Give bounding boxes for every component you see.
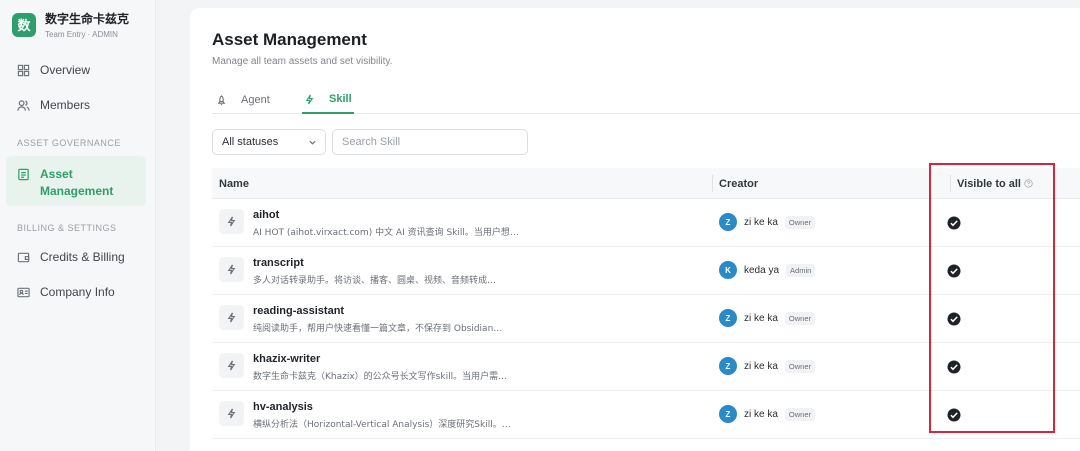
avatar: Z xyxy=(719,357,737,375)
skill-description: AI HOT (aihot.virxact.com) 中文 AI 资讯查询 Sk… xyxy=(253,228,519,238)
creator-cell: Z zi ke ka Owner xyxy=(719,405,815,423)
creator-cell: Z zi ke ka Owner xyxy=(719,309,815,327)
page-description: Manage all team assets and set visibilit… xyxy=(212,56,393,67)
creator-name: zi ke ka xyxy=(744,312,778,324)
creator-cell: K keda ya Admin xyxy=(719,261,816,279)
creator-name: keda ya xyxy=(744,264,780,276)
rocket-icon xyxy=(217,94,226,105)
role-badge: Owner xyxy=(784,407,815,421)
grid-icon xyxy=(17,64,30,76)
users-icon xyxy=(17,99,30,111)
avatar: Z xyxy=(719,213,737,231)
role-badge: Admin xyxy=(786,263,816,277)
lightning-icon xyxy=(305,94,314,104)
skill-icon-wrap xyxy=(219,209,244,234)
table-row[interactable]: aihot AI HOT (aihot.virxact.com) 中文 AI 资… xyxy=(212,199,1080,247)
id-card-icon xyxy=(17,287,30,297)
sidebar-item-overview[interactable]: Overview xyxy=(6,62,146,78)
skill-description: 横纵分析法（Horizontal-Vertical Analysis）深度研究S… xyxy=(253,420,511,430)
status-filter-value: All statuses xyxy=(222,136,279,148)
section-label-asset-governance: ASSET GOVERNANCE xyxy=(17,138,121,148)
brand-name: 数字生命卡兹克 xyxy=(45,12,130,26)
wallet-icon xyxy=(17,252,30,262)
skill-name[interactable]: aihot xyxy=(253,209,279,221)
visible-checkbox[interactable] xyxy=(947,312,961,326)
creator-name: zi ke ka xyxy=(744,216,778,228)
skill-icon-wrap xyxy=(219,401,244,426)
sidebar-item-asset-management[interactable]: Asset Management xyxy=(6,156,146,206)
avatar: Z xyxy=(719,309,737,327)
skill-icon-wrap xyxy=(219,305,244,330)
skill-icon-wrap xyxy=(219,353,244,378)
sidebar-item-credits-billing[interactable]: Credits & Billing xyxy=(6,249,146,265)
tab-skill[interactable]: Skill xyxy=(302,86,354,114)
avatar: Z xyxy=(719,405,737,423)
visible-checkbox[interactable] xyxy=(947,408,961,422)
search-input[interactable] xyxy=(332,129,528,155)
sidebar-item-company-info[interactable]: Company Info xyxy=(6,284,146,300)
role-badge: Owner xyxy=(784,215,815,229)
skill-description: 纯阅读助手，帮用户快速看懂一篇文章，不保存到 Obsidian… xyxy=(253,324,503,334)
creator-cell: Z zi ke ka Owner xyxy=(719,357,815,375)
column-divider xyxy=(712,175,713,192)
sidebar-item-label: Company Info xyxy=(40,285,115,299)
sidebar-item-label: Asset Management xyxy=(40,167,114,198)
skill-description: 数字生命卡兹克（Khazix）的公众号长文写作skill。当用户需… xyxy=(253,372,508,382)
main-panel: Asset Management Manage all team assets … xyxy=(190,8,1080,451)
document-icon xyxy=(18,168,29,181)
section-label-billing-settings: BILLING & SETTINGS xyxy=(17,223,117,233)
sidebar-item-members[interactable]: Members xyxy=(6,97,146,113)
tab-bar: Agent Skill xyxy=(212,86,1080,114)
brand-subtitle: Team Entry · ADMIN xyxy=(45,30,118,39)
visible-checkbox[interactable] xyxy=(947,216,961,230)
lightning-icon xyxy=(227,216,236,227)
creator-name: zi ke ka xyxy=(744,360,778,372)
table-row[interactable]: khazix-writer 数字生命卡兹克（Khazix）的公众号长文写作ski… xyxy=(212,343,1080,391)
visible-checkbox[interactable] xyxy=(947,264,961,278)
lightning-icon xyxy=(227,264,236,275)
tab-label: Skill xyxy=(329,93,352,105)
column-divider xyxy=(950,175,951,192)
table-row[interactable]: hv-analysis 横纵分析法（Horizontal-Vertical An… xyxy=(212,391,1080,439)
column-header-creator: Creator xyxy=(719,177,759,190)
skill-icon-wrap xyxy=(219,257,244,282)
table-header: Name Creator Visible to all xyxy=(212,168,1080,199)
skill-name[interactable]: hv-analysis xyxy=(253,401,313,413)
skill-name[interactable]: reading-assistant xyxy=(253,305,344,317)
lightning-icon xyxy=(227,360,236,371)
lightning-icon xyxy=(227,408,236,419)
skill-name[interactable]: transcript xyxy=(253,257,304,269)
sidebar-item-label: Credits & Billing xyxy=(40,250,125,264)
skill-table: Name Creator Visible to all aihot AI HOT… xyxy=(212,168,1080,439)
visible-checkbox[interactable] xyxy=(947,360,961,374)
sidebar-item-label: Members xyxy=(40,98,91,112)
brand-logo: 数 xyxy=(12,12,36,37)
role-badge: Owner xyxy=(784,359,815,373)
column-header-visible-label: Visible to all xyxy=(957,177,1021,190)
skill-description: 多人对话转录助手。将访谈、播客、圆桌、视频、音频转成… xyxy=(253,276,497,286)
help-icon[interactable] xyxy=(1024,179,1033,188)
page-title: Asset Management xyxy=(212,30,367,49)
table-row[interactable]: reading-assistant 纯阅读助手，帮用户快速看懂一篇文章，不保存到… xyxy=(212,295,1080,343)
creator-cell: Z zi ke ka Owner xyxy=(719,213,815,231)
column-header-visible: Visible to all xyxy=(957,168,1033,199)
avatar: K xyxy=(719,261,737,279)
sidebar-item-label: Overview xyxy=(40,63,91,77)
chevron-down-icon xyxy=(309,140,316,145)
status-filter-select[interactable]: All statuses xyxy=(212,129,326,155)
tab-agent[interactable]: Agent xyxy=(216,86,270,114)
tab-label: Agent xyxy=(241,94,270,106)
table-row[interactable]: transcript 多人对话转录助手。将访谈、播客、圆桌、视频、音频转成… K… xyxy=(212,247,1080,295)
role-badge: Owner xyxy=(784,311,815,325)
sidebar: 数 数字生命卡兹克 Team Entry · ADMIN Overview Me… xyxy=(0,0,156,451)
lightning-icon xyxy=(227,312,236,323)
brand: 数 数字生命卡兹克 Team Entry · ADMIN xyxy=(12,10,129,39)
skill-name[interactable]: khazix-writer xyxy=(253,353,320,365)
creator-name: zi ke ka xyxy=(744,408,778,420)
column-header-name: Name xyxy=(219,177,249,190)
